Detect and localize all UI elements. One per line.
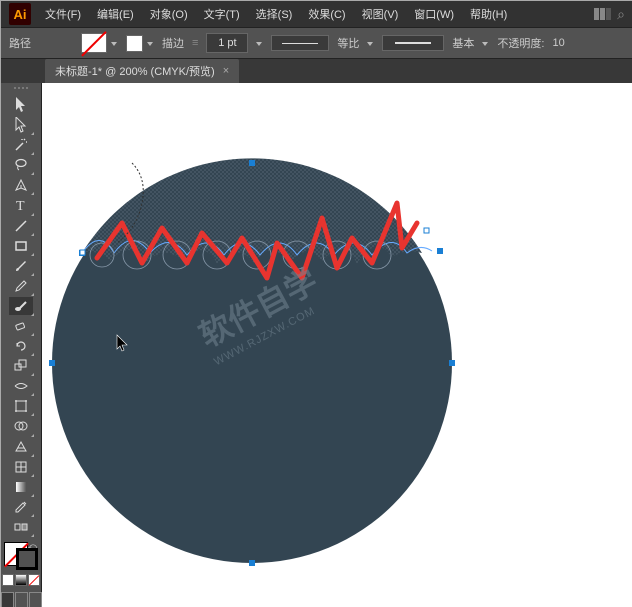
artwork: 软件自学 WWW.RJZXW.COM	[42, 83, 632, 607]
chevron-down-icon[interactable]	[256, 40, 263, 47]
scale-tool[interactable]	[9, 357, 33, 375]
tools-panel: T ⤺	[1, 83, 42, 607]
menu-effect[interactable]: 效果(C)	[302, 3, 351, 25]
stepper-icon[interactable]: ≡	[192, 37, 198, 49]
pencil-tool[interactable]	[9, 277, 33, 295]
brush-label: 基本	[452, 35, 474, 51]
fill-swatch-group[interactable]	[81, 33, 118, 53]
stroke-label: 描边	[162, 35, 184, 51]
eyedropper-tool[interactable]	[9, 498, 33, 516]
menu-file[interactable]: 文件(F)	[39, 3, 87, 25]
app-logo: Ai	[9, 3, 31, 25]
pen-tool[interactable]	[9, 176, 33, 194]
chevron-down-icon[interactable]	[482, 40, 489, 47]
free-transform-tool[interactable]	[9, 397, 33, 415]
menu-object[interactable]: 对象(O)	[144, 3, 194, 25]
direct-selection-tool[interactable]	[9, 116, 33, 134]
gradient-tool[interactable]	[9, 478, 33, 496]
stroke-box[interactable]	[16, 548, 38, 570]
perspective-tool[interactable]	[9, 438, 33, 456]
brush-definition[interactable]	[382, 35, 444, 51]
menubar: Ai 文件(F) 编辑(E) 对象(O) 文字(T) 选择(S) 效果(C) 视…	[1, 1, 632, 28]
document-tab[interactable]: 未标题-1* @ 200% (CMYK/预览) ×	[45, 59, 239, 83]
panel-grip-icon[interactable]	[6, 87, 36, 92]
workspace-switcher-icon[interactable]	[594, 8, 611, 20]
chevron-down-icon[interactable]	[367, 40, 374, 47]
opacity-label: 不透明度:	[497, 35, 544, 51]
profile-label: 等比	[337, 35, 359, 51]
chevron-down-icon[interactable]	[147, 40, 154, 47]
blend-tool[interactable]	[9, 518, 33, 536]
close-icon[interactable]: ×	[223, 65, 229, 77]
type-tool[interactable]: T	[9, 196, 33, 214]
opacity-value[interactable]: 10	[552, 37, 564, 49]
menu-type[interactable]: 文字(T)	[198, 3, 246, 25]
lasso-tool[interactable]	[9, 156, 33, 174]
mesh-tool[interactable]	[9, 458, 33, 476]
context-label: 路径	[9, 35, 31, 51]
stroke-swatch[interactable]	[126, 35, 143, 52]
magic-wand-tool[interactable]	[9, 136, 33, 154]
stroke-swatch-group[interactable]	[126, 35, 154, 52]
control-bar: 路径 描边 ≡ 等比 基本 不透明度: 10	[1, 28, 632, 59]
menu-help[interactable]: 帮助(H)	[464, 3, 513, 25]
menu-edit[interactable]: 编辑(E)	[91, 3, 140, 25]
search-icon[interactable]: ⌕	[617, 6, 625, 23]
shape-builder-tool[interactable]	[9, 417, 33, 435]
fill-swatch[interactable]	[81, 33, 107, 53]
chevron-down-icon[interactable]	[111, 40, 118, 47]
menu-select[interactable]: 选择(S)	[250, 3, 299, 25]
blob-brush-tool[interactable]	[9, 297, 33, 315]
document-tab-bar: 未标题-1* @ 200% (CMYK/预览) ×	[1, 59, 632, 83]
gradient-mode[interactable]	[15, 574, 27, 586]
menu-items: 文件(F) 编辑(E) 对象(O) 文字(T) 选择(S) 效果(C) 视图(V…	[39, 3, 513, 25]
line-tool[interactable]	[9, 217, 33, 235]
menu-window[interactable]: 窗口(W)	[408, 3, 460, 25]
selection-tool[interactable]	[9, 96, 33, 114]
svg-text:T: T	[16, 199, 25, 212]
stroke-weight-input[interactable]	[206, 33, 248, 53]
width-tool[interactable]	[9, 377, 33, 395]
variable-width-profile[interactable]	[271, 35, 329, 51]
menu-view[interactable]: 视图(V)	[356, 3, 405, 25]
none-mode[interactable]	[28, 574, 40, 586]
color-mode-swatches	[2, 574, 40, 586]
canvas[interactable]: 软件自学 WWW.RJZXW.COM	[42, 83, 632, 607]
rectangle-tool[interactable]	[9, 237, 33, 255]
tab-title: 未标题-1* @ 200% (CMYK/预览)	[55, 63, 215, 79]
eraser-tool[interactable]	[9, 317, 33, 335]
color-mode[interactable]	[2, 574, 14, 586]
rotate-tool[interactable]	[9, 337, 33, 355]
fill-stroke-control[interactable]: ⤺	[4, 542, 38, 570]
brush-tool[interactable]	[9, 257, 33, 275]
